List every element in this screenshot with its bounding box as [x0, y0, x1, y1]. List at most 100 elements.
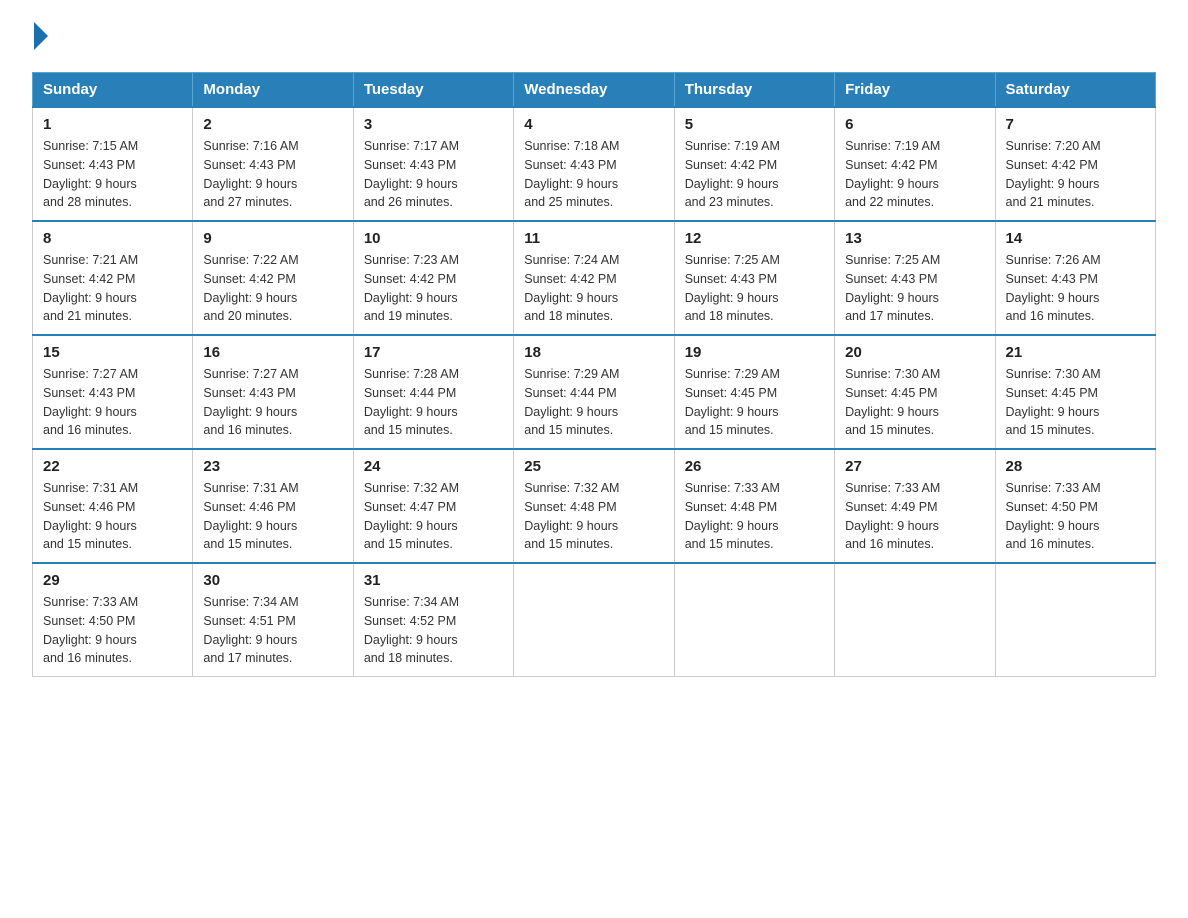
day-info: Sunrise: 7:33 AMSunset: 4:48 PMDaylight:…	[685, 481, 780, 551]
calendar-cell	[835, 563, 995, 677]
day-info: Sunrise: 7:33 AMSunset: 4:50 PMDaylight:…	[43, 595, 138, 665]
calendar-cell	[674, 563, 834, 677]
day-info: Sunrise: 7:31 AMSunset: 4:46 PMDaylight:…	[43, 481, 138, 551]
day-info: Sunrise: 7:15 AMSunset: 4:43 PMDaylight:…	[43, 139, 138, 209]
calendar-cell: 23 Sunrise: 7:31 AMSunset: 4:46 PMDaylig…	[193, 449, 353, 563]
day-number: 26	[685, 458, 824, 475]
calendar-cell: 30 Sunrise: 7:34 AMSunset: 4:51 PMDaylig…	[193, 563, 353, 677]
calendar-cell: 21 Sunrise: 7:30 AMSunset: 4:45 PMDaylig…	[995, 335, 1155, 449]
calendar-cell: 11 Sunrise: 7:24 AMSunset: 4:42 PMDaylig…	[514, 221, 674, 335]
calendar-cell: 28 Sunrise: 7:33 AMSunset: 4:50 PMDaylig…	[995, 449, 1155, 563]
calendar-cell: 8 Sunrise: 7:21 AMSunset: 4:42 PMDayligh…	[33, 221, 193, 335]
calendar-table: SundayMondayTuesdayWednesdayThursdayFrid…	[32, 72, 1156, 677]
calendar-cell: 15 Sunrise: 7:27 AMSunset: 4:43 PMDaylig…	[33, 335, 193, 449]
calendar-cell: 22 Sunrise: 7:31 AMSunset: 4:46 PMDaylig…	[33, 449, 193, 563]
day-info: Sunrise: 7:31 AMSunset: 4:46 PMDaylight:…	[203, 481, 298, 551]
day-info: Sunrise: 7:25 AMSunset: 4:43 PMDaylight:…	[685, 253, 780, 323]
week-row-1: 1 Sunrise: 7:15 AMSunset: 4:43 PMDayligh…	[33, 107, 1156, 221]
day-info: Sunrise: 7:28 AMSunset: 4:44 PMDaylight:…	[364, 367, 459, 437]
week-row-4: 22 Sunrise: 7:31 AMSunset: 4:46 PMDaylig…	[33, 449, 1156, 563]
calendar-cell: 1 Sunrise: 7:15 AMSunset: 4:43 PMDayligh…	[33, 107, 193, 221]
day-number: 27	[845, 458, 984, 475]
day-number: 16	[203, 344, 342, 361]
day-number: 17	[364, 344, 503, 361]
day-number: 12	[685, 230, 824, 247]
day-number: 22	[43, 458, 182, 475]
calendar-cell: 17 Sunrise: 7:28 AMSunset: 4:44 PMDaylig…	[353, 335, 513, 449]
day-info: Sunrise: 7:20 AMSunset: 4:42 PMDaylight:…	[1006, 139, 1101, 209]
day-number: 2	[203, 116, 342, 133]
day-number: 19	[685, 344, 824, 361]
day-info: Sunrise: 7:21 AMSunset: 4:42 PMDaylight:…	[43, 253, 138, 323]
calendar-cell: 3 Sunrise: 7:17 AMSunset: 4:43 PMDayligh…	[353, 107, 513, 221]
weekday-header-friday: Friday	[835, 73, 995, 108]
day-info: Sunrise: 7:16 AMSunset: 4:43 PMDaylight:…	[203, 139, 298, 209]
header	[32, 24, 1156, 52]
day-info: Sunrise: 7:30 AMSunset: 4:45 PMDaylight:…	[1006, 367, 1101, 437]
calendar-cell: 13 Sunrise: 7:25 AMSunset: 4:43 PMDaylig…	[835, 221, 995, 335]
calendar-cell: 26 Sunrise: 7:33 AMSunset: 4:48 PMDaylig…	[674, 449, 834, 563]
calendar-cell: 24 Sunrise: 7:32 AMSunset: 4:47 PMDaylig…	[353, 449, 513, 563]
day-number: 21	[1006, 344, 1145, 361]
day-info: Sunrise: 7:27 AMSunset: 4:43 PMDaylight:…	[43, 367, 138, 437]
weekday-header-saturday: Saturday	[995, 73, 1155, 108]
calendar-cell: 7 Sunrise: 7:20 AMSunset: 4:42 PMDayligh…	[995, 107, 1155, 221]
calendar-cell: 20 Sunrise: 7:30 AMSunset: 4:45 PMDaylig…	[835, 335, 995, 449]
day-number: 20	[845, 344, 984, 361]
weekday-header-tuesday: Tuesday	[353, 73, 513, 108]
calendar-cell: 12 Sunrise: 7:25 AMSunset: 4:43 PMDaylig…	[674, 221, 834, 335]
day-number: 28	[1006, 458, 1145, 475]
week-row-2: 8 Sunrise: 7:21 AMSunset: 4:42 PMDayligh…	[33, 221, 1156, 335]
calendar-cell: 25 Sunrise: 7:32 AMSunset: 4:48 PMDaylig…	[514, 449, 674, 563]
day-info: Sunrise: 7:33 AMSunset: 4:50 PMDaylight:…	[1006, 481, 1101, 551]
day-number: 31	[364, 572, 503, 589]
day-info: Sunrise: 7:34 AMSunset: 4:52 PMDaylight:…	[364, 595, 459, 665]
calendar-cell: 10 Sunrise: 7:23 AMSunset: 4:42 PMDaylig…	[353, 221, 513, 335]
day-info: Sunrise: 7:17 AMSunset: 4:43 PMDaylight:…	[364, 139, 459, 209]
day-number: 25	[524, 458, 663, 475]
day-number: 10	[364, 230, 503, 247]
weekday-header-sunday: Sunday	[33, 73, 193, 108]
day-number: 13	[845, 230, 984, 247]
calendar-cell: 14 Sunrise: 7:26 AMSunset: 4:43 PMDaylig…	[995, 221, 1155, 335]
day-number: 24	[364, 458, 503, 475]
calendar-cell: 18 Sunrise: 7:29 AMSunset: 4:44 PMDaylig…	[514, 335, 674, 449]
day-number: 15	[43, 344, 182, 361]
week-row-5: 29 Sunrise: 7:33 AMSunset: 4:50 PMDaylig…	[33, 563, 1156, 677]
day-info: Sunrise: 7:25 AMSunset: 4:43 PMDaylight:…	[845, 253, 940, 323]
calendar-cell: 2 Sunrise: 7:16 AMSunset: 4:43 PMDayligh…	[193, 107, 353, 221]
day-number: 18	[524, 344, 663, 361]
day-number: 11	[524, 230, 663, 247]
day-info: Sunrise: 7:24 AMSunset: 4:42 PMDaylight:…	[524, 253, 619, 323]
calendar-cell: 9 Sunrise: 7:22 AMSunset: 4:42 PMDayligh…	[193, 221, 353, 335]
weekday-header-thursday: Thursday	[674, 73, 834, 108]
weekday-header-wednesday: Wednesday	[514, 73, 674, 108]
day-number: 7	[1006, 116, 1145, 133]
day-info: Sunrise: 7:23 AMSunset: 4:42 PMDaylight:…	[364, 253, 459, 323]
week-row-3: 15 Sunrise: 7:27 AMSunset: 4:43 PMDaylig…	[33, 335, 1156, 449]
day-info: Sunrise: 7:19 AMSunset: 4:42 PMDaylight:…	[685, 139, 780, 209]
calendar-cell	[514, 563, 674, 677]
calendar-cell: 4 Sunrise: 7:18 AMSunset: 4:43 PMDayligh…	[514, 107, 674, 221]
day-info: Sunrise: 7:34 AMSunset: 4:51 PMDaylight:…	[203, 595, 298, 665]
day-number: 8	[43, 230, 182, 247]
day-info: Sunrise: 7:27 AMSunset: 4:43 PMDaylight:…	[203, 367, 298, 437]
day-number: 30	[203, 572, 342, 589]
day-info: Sunrise: 7:19 AMSunset: 4:42 PMDaylight:…	[845, 139, 940, 209]
day-info: Sunrise: 7:33 AMSunset: 4:49 PMDaylight:…	[845, 481, 940, 551]
calendar-cell: 29 Sunrise: 7:33 AMSunset: 4:50 PMDaylig…	[33, 563, 193, 677]
calendar-cell: 6 Sunrise: 7:19 AMSunset: 4:42 PMDayligh…	[835, 107, 995, 221]
day-info: Sunrise: 7:29 AMSunset: 4:45 PMDaylight:…	[685, 367, 780, 437]
logo	[32, 24, 50, 52]
calendar-cell	[995, 563, 1155, 677]
weekday-header-row: SundayMondayTuesdayWednesdayThursdayFrid…	[33, 73, 1156, 108]
day-number: 4	[524, 116, 663, 133]
day-info: Sunrise: 7:18 AMSunset: 4:43 PMDaylight:…	[524, 139, 619, 209]
calendar-cell: 31 Sunrise: 7:34 AMSunset: 4:52 PMDaylig…	[353, 563, 513, 677]
day-info: Sunrise: 7:32 AMSunset: 4:47 PMDaylight:…	[364, 481, 459, 551]
logo-arrow-icon	[34, 22, 48, 50]
day-info: Sunrise: 7:32 AMSunset: 4:48 PMDaylight:…	[524, 481, 619, 551]
day-info: Sunrise: 7:26 AMSunset: 4:43 PMDaylight:…	[1006, 253, 1101, 323]
day-number: 1	[43, 116, 182, 133]
day-number: 5	[685, 116, 824, 133]
